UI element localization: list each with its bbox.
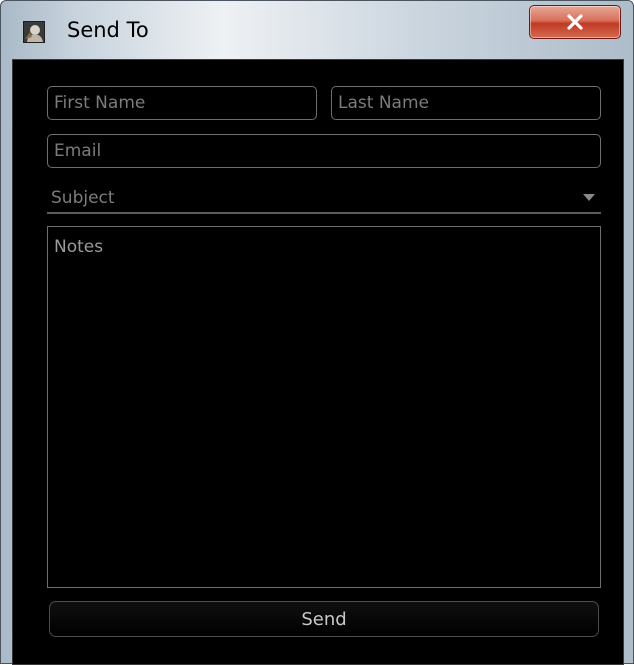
first-name-input[interactable] xyxy=(47,86,317,120)
subject-label: Subject xyxy=(51,188,115,208)
email-input[interactable] xyxy=(47,134,601,168)
title-bar[interactable]: Send To xyxy=(1,1,633,59)
send-button[interactable]: Send xyxy=(49,601,599,637)
app-photo-icon xyxy=(23,21,45,43)
send-to-window: Send To Subject Send xyxy=(0,0,634,665)
send-button-label: Send xyxy=(301,608,347,630)
close-x-icon xyxy=(567,14,583,30)
last-name-input[interactable] xyxy=(331,86,601,120)
subject-dropdown[interactable]: Subject xyxy=(47,182,601,214)
notes-textarea[interactable] xyxy=(47,226,601,588)
close-button[interactable] xyxy=(529,5,621,39)
form-panel: Subject Send xyxy=(12,59,624,665)
dropdown-arrow-icon xyxy=(583,194,595,201)
window-title: Send To xyxy=(67,18,149,42)
